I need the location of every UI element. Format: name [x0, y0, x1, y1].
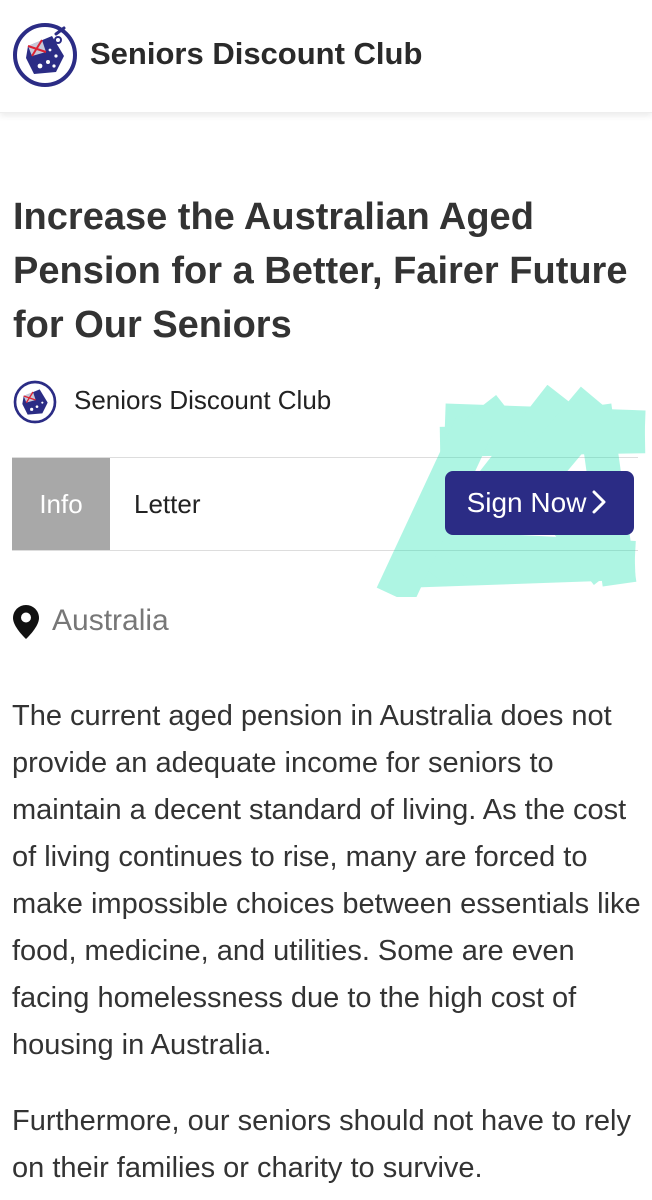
sign-now-label: Sign Now — [466, 487, 587, 518]
tab-info[interactable]: Info — [12, 458, 110, 550]
chevron-right-icon — [592, 490, 606, 514]
seniors-discount-club-logo-icon[interactable] — [12, 22, 78, 88]
site-header: Seniors Discount Club — [0, 0, 652, 113]
petition-body-paragraph: The current aged pension in Australia do… — [12, 700, 641, 1061]
tab-letter[interactable]: Letter — [134, 458, 201, 550]
petition-body-paragraph: Furthermore, our seniors should not have… — [12, 1105, 631, 1184]
map-pin-icon — [13, 605, 39, 639]
petition-title: Increase the Australian Aged Pension for… — [13, 196, 628, 346]
site-brand-name[interactable]: Seniors Discount Club — [90, 36, 422, 72]
author-name: Seniors Discount Club — [74, 385, 332, 415]
author-avatar-icon — [13, 380, 57, 424]
sign-now-button[interactable]: Sign Now — [445, 471, 634, 535]
location-text: Australia — [52, 604, 169, 637]
